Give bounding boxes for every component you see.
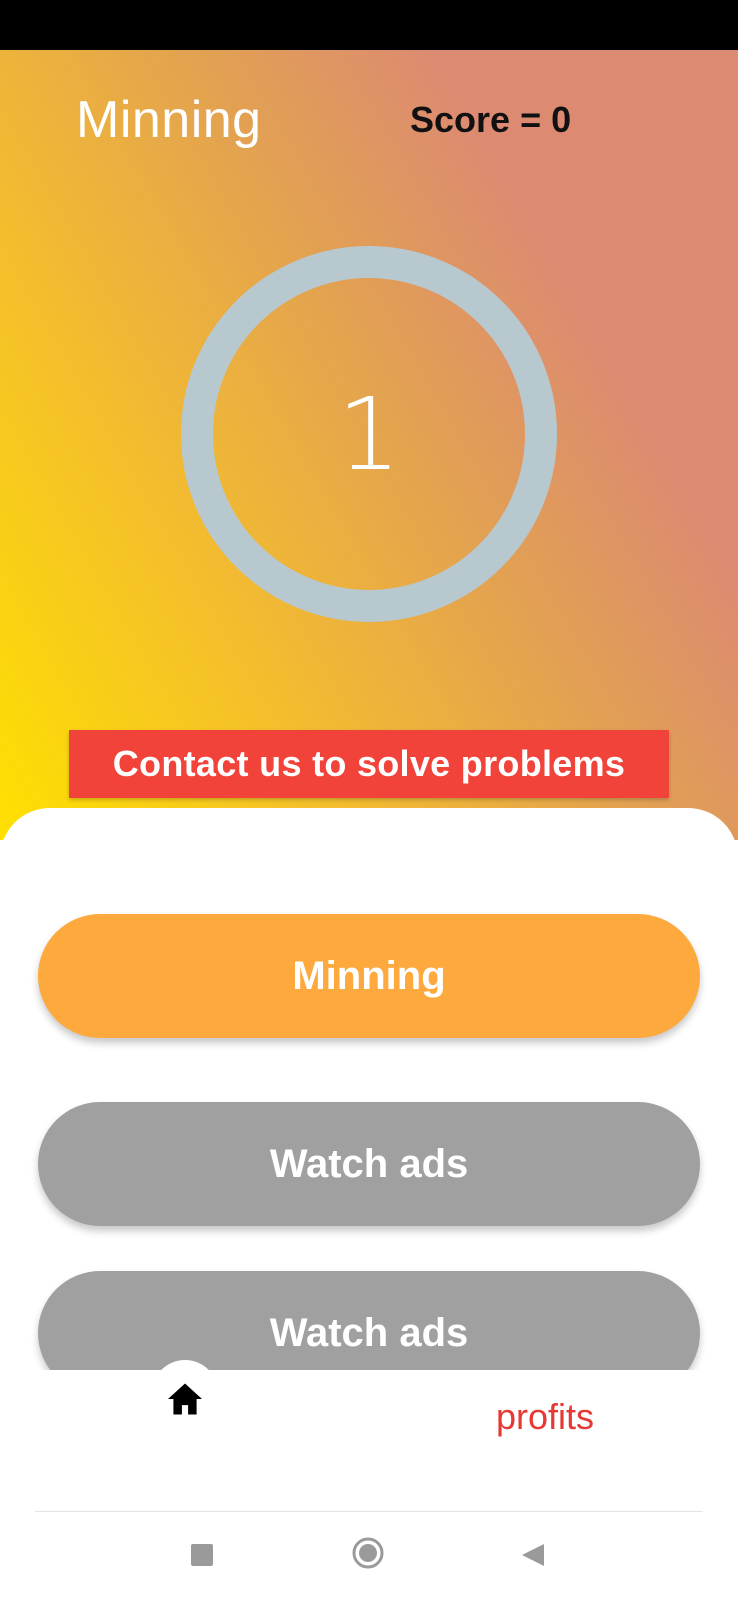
score-display: Score = 0	[410, 98, 571, 142]
counter-value: 1	[337, 375, 401, 493]
app-screen: Minning Score = 0 1 Contact us to solve …	[0, 0, 738, 1600]
score-separator: =	[520, 99, 552, 140]
triangle-back-icon[interactable]	[520, 1542, 546, 1568]
page-title: Minning	[76, 91, 262, 149]
score-value: 0	[551, 99, 572, 140]
mining-button[interactable]: Minning	[38, 914, 700, 1038]
score-label: Score	[410, 99, 511, 140]
bottom-navigation	[0, 1370, 738, 1510]
circle-icon[interactable]	[352, 1537, 384, 1569]
profits-tab[interactable]: profits	[496, 1395, 594, 1439]
contact-button[interactable]: Contact us to solve problems	[69, 730, 669, 798]
square-icon[interactable]	[191, 1544, 213, 1566]
status-bar	[0, 0, 738, 50]
home-icon[interactable]	[166, 1382, 204, 1416]
watch-ads-button-1[interactable]: Watch ads	[38, 1102, 700, 1226]
